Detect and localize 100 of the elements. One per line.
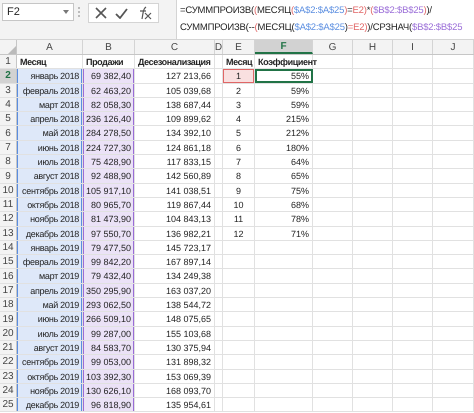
table-cell: 75% <box>290 186 309 196</box>
table-cell: декабрь 2018 <box>26 228 79 239</box>
row-header[interactable]: 4 <box>0 98 17 112</box>
row-header[interactable]: 13 <box>0 226 17 240</box>
table-cell: 6 <box>236 142 241 153</box>
table-cell: 350 295,90 <box>86 286 132 296</box>
table-cell: 71% <box>290 228 309 239</box>
row-header[interactable]: 1 <box>0 55 17 68</box>
table-cell: сентябрь 2018 <box>22 186 79 196</box>
table-cell: февраль 2018 <box>22 86 79 96</box>
table-cell: 4 <box>236 114 241 124</box>
table-cell: 266 509,10 <box>86 314 132 324</box>
row-header[interactable]: 3 <box>0 84 17 97</box>
table-cell: май 2018 <box>42 128 79 138</box>
table-cell: 55% <box>290 71 309 82</box>
table-cell: июль 2019 <box>38 328 79 339</box>
row-header[interactable]: 9 <box>0 169 17 183</box>
column-title: Месяц <box>226 57 252 67</box>
column-header[interactable]: D <box>215 40 223 54</box>
column-header[interactable]: G <box>313 40 353 54</box>
table-cell: май 2019 <box>42 300 79 310</box>
row-header[interactable]: 18 <box>0 298 17 312</box>
table-cell: 141 038,51 <box>166 186 211 196</box>
table-cell: 79 477,50 <box>90 242 131 253</box>
row-header[interactable]: 20 <box>0 326 17 340</box>
table-cell: 109 899,62 <box>166 114 211 124</box>
table-cell: 8 <box>236 171 241 182</box>
table-cell: 11 <box>234 214 244 224</box>
column-header[interactable]: J <box>433 40 474 54</box>
column-header[interactable]: H <box>353 40 393 54</box>
row-header[interactable]: 22 <box>0 355 17 369</box>
row-header[interactable]: 17 <box>0 284 17 298</box>
table-cell: 236 126,40 <box>86 114 132 124</box>
table-cell: 103 392,30 <box>86 372 132 382</box>
row-header[interactable]: 6 <box>0 126 17 140</box>
cancel-icon[interactable] <box>95 7 107 19</box>
table-cell: 3 <box>236 100 241 110</box>
table-cell: 131 898,32 <box>166 357 211 368</box>
column-title: Продажи <box>86 57 124 67</box>
table-cell: 7 <box>236 157 241 168</box>
table-cell: апрель 2018 <box>30 114 79 124</box>
table-cell: 180% <box>286 142 309 153</box>
row-header[interactable]: 15 <box>0 255 17 268</box>
formula-field[interactable]: =СУММПРОИЗВ((МЕСЯЦ($A$2:$A$25)=E2)*($B$2:$B$25))/ СУММПРОИЗВ(--(МЕСЯЦ($A$2:$A$25)=E2))/СРЗНАЧ($B$2:$B$25 <box>176 0 474 39</box>
table-cell: 62 463,20 <box>90 86 131 96</box>
table-cell: январь 2019 <box>30 242 79 253</box>
table-cell: 215% <box>286 114 309 124</box>
table-cell: 9 <box>236 186 241 196</box>
row-header[interactable]: 16 <box>0 269 17 283</box>
table-cell: 59% <box>290 86 309 96</box>
row-header[interactable]: 19 <box>0 312 17 326</box>
column-header[interactable]: F <box>255 40 313 54</box>
table-cell: 104 843,13 <box>166 214 211 224</box>
table-cell: январь 2018 <box>30 71 79 82</box>
table-cell: ноябрь 2018 <box>30 214 79 224</box>
table-cell: июнь 2019 <box>38 314 79 324</box>
row-header[interactable]: 25 <box>0 398 17 412</box>
column-header[interactable]: A <box>17 40 83 54</box>
column-header[interactable]: C <box>135 40 215 54</box>
table-cell: июнь 2018 <box>38 142 79 153</box>
row-header[interactable]: 2 <box>0 69 17 83</box>
table-cell: август 2018 <box>34 171 79 182</box>
column-title: Месяц <box>20 57 46 67</box>
table-cell: 1 <box>236 71 241 82</box>
table-cell: 97 550,70 <box>90 228 131 239</box>
row-header[interactable]: 12 <box>0 212 17 226</box>
table-cell: 130 626,10 <box>86 386 132 396</box>
column-header[interactable]: I <box>393 40 433 54</box>
table-cell: 145 723,17 <box>166 242 211 253</box>
row-header[interactable]: 24 <box>0 384 17 398</box>
row-header[interactable]: 8 <box>0 155 17 168</box>
table-cell: апрель 2019 <box>30 286 79 296</box>
row-header[interactable]: 7 <box>0 140 17 154</box>
table-cell: 127 213,66 <box>166 71 211 82</box>
table-cell: 136 982,21 <box>166 228 211 239</box>
table-cell: 96 818,90 <box>90 400 131 410</box>
table-cell: 82 058,30 <box>90 100 131 110</box>
column-header[interactable]: B <box>83 40 135 54</box>
table-cell: 105 917,10 <box>86 186 132 196</box>
row-header[interactable]: 21 <box>0 340 17 354</box>
table-cell: 99 053,00 <box>90 357 131 368</box>
table-cell: 148 075,65 <box>166 314 211 324</box>
table-cell: 75 428,90 <box>90 157 131 168</box>
row-header[interactable]: 10 <box>0 184 17 197</box>
row-header[interactable]: 23 <box>0 370 17 383</box>
table-cell: 78% <box>290 214 309 224</box>
table-cell: 69 382,40 <box>90 71 131 82</box>
table-cell: 293 062,50 <box>86 300 132 310</box>
row-header[interactable]: 5 <box>0 112 17 126</box>
table-cell: 68% <box>290 200 309 210</box>
table-cell: 65% <box>290 171 309 182</box>
table-cell: 224 727,30 <box>86 142 132 153</box>
enter-icon[interactable] <box>115 8 128 18</box>
table-cell: 105 039,68 <box>166 86 211 96</box>
row-header[interactable]: 11 <box>0 198 17 212</box>
dropdown-icon <box>63 10 69 14</box>
name-box[interactable]: F2 <box>2 3 74 21</box>
table-cell: 134 392,10 <box>166 128 211 138</box>
row-header[interactable]: 14 <box>0 240 17 254</box>
table-cell: 134 249,38 <box>166 271 211 282</box>
